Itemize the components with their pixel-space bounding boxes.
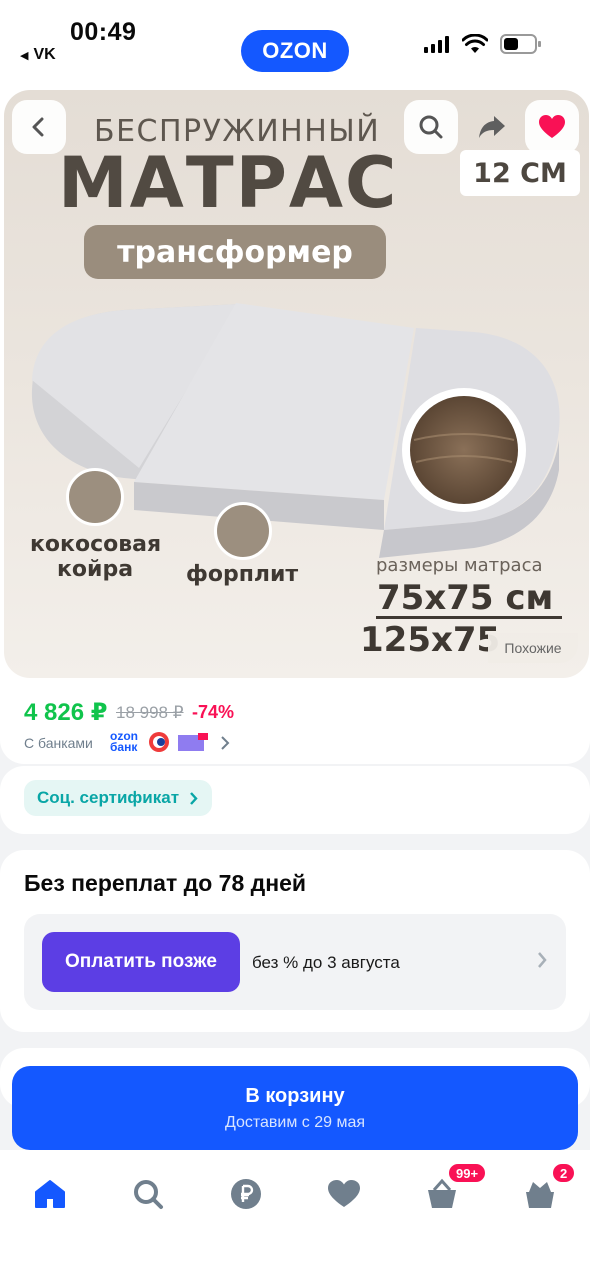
sbp-bank-icon [149, 732, 169, 752]
wifi-icon [462, 34, 488, 53]
headline-big: МАТРАС [58, 142, 399, 224]
product-photo[interactable]: БЕСПРУЖИННЫЙ МАТРАС трансформер 12 СМ ко… [4, 90, 589, 678]
pay-later-description: без % до 3 августа [252, 953, 400, 972]
sizes-heading: размеры матраса [376, 555, 543, 576]
heart-icon [328, 1180, 360, 1207]
current-price: 4 826 ₽ [24, 699, 108, 726]
favorite-button[interactable] [525, 100, 579, 154]
heart-icon [539, 115, 565, 138]
size-1-underline [376, 616, 562, 619]
status-bar: 00:49 ◀ VK OZON [0, 0, 590, 86]
feature-coconut-line-1: кокосовая [30, 532, 162, 557]
battery-icon [500, 34, 541, 54]
share-icon [479, 116, 505, 138]
certificate-section: Соц. сертификат [0, 766, 590, 834]
banks-label[interactable]: С банками [24, 735, 93, 751]
foam-feature-icon [214, 502, 272, 560]
chevron-left-icon [32, 117, 44, 137]
certificate-chip[interactable]: Соц. сертификат [24, 780, 213, 816]
feature-coconut-label: кокосовая койра [30, 532, 161, 582]
share-button[interactable] [465, 100, 519, 154]
tab-search[interactable] [128, 1174, 168, 1214]
back-button[interactable] [12, 100, 66, 154]
discount-badge: -74% [192, 702, 235, 722]
pay-later-title: Без переплат до 78 дней [24, 870, 307, 896]
ruble-icon [231, 1179, 261, 1209]
coconut-feature-icon [66, 468, 124, 526]
home-icon [35, 1180, 65, 1208]
pay-later-button[interactable]: Оплатить позже [42, 932, 240, 992]
size-1: 75х75 см [377, 578, 554, 618]
back-to-app-link[interactable]: ◀ VK [20, 46, 56, 64]
back-triangle-icon: ◀ [20, 50, 29, 62]
chevron-right-icon[interactable] [220, 736, 230, 750]
profile-icon [526, 1182, 554, 1208]
cart-badge: 99+ [447, 1162, 488, 1184]
size-2: 125х75 [360, 620, 501, 660]
feature-coconut-line-2: койра [57, 557, 134, 582]
pay-later-card[interactable]: Оплатить позже без % до 3 августа [24, 914, 566, 1010]
profile-badge: 2 [551, 1162, 577, 1184]
thickness-tag: 12 СМ [460, 150, 580, 196]
status-time: 00:49 [70, 18, 137, 46]
search-button[interactable] [404, 100, 458, 154]
tab-bar: 99+ 2 [0, 1150, 590, 1280]
add-to-cart-label: В корзину [245, 1084, 345, 1107]
back-app-label: VK [33, 46, 56, 63]
ozon-bank-line-2: банк [110, 740, 138, 754]
cellular-signal-icon [424, 36, 449, 53]
feature-foam-label: форплит [186, 562, 299, 587]
headline-pill: трансформер [84, 225, 386, 279]
tab-finance[interactable] [226, 1174, 266, 1214]
old-price: 18 998 ₽ [116, 703, 184, 722]
tab-favorites[interactable] [324, 1174, 364, 1214]
ozon-logo[interactable]: OZON [241, 30, 349, 72]
chevron-right-icon [538, 952, 547, 968]
tab-home[interactable] [30, 1174, 70, 1214]
certificate-label: Соц. сертификат [37, 788, 180, 807]
search-icon [419, 115, 443, 139]
delivery-date: Доставим с 29 мая [224, 1113, 366, 1131]
ozon-bank-logo: ozon банк [110, 730, 138, 754]
price-section: 4 826 ₽ 18 998 ₽ -74% С банками ozon бан… [0, 678, 590, 764]
pay-later-section: Без переплат до 78 дней Оплатить позже б… [0, 850, 590, 1032]
search-icon [134, 1180, 163, 1209]
add-to-cart-button[interactable]: В корзину Доставим с 29 мая [12, 1066, 578, 1150]
similar-button[interactable]: Похожие [488, 633, 578, 663]
chevron-right-icon [190, 791, 198, 805]
product-gallery[interactable]: БЕСПРУЖИННЫЙ МАТРАС трансформер 12 СМ ко… [0, 86, 590, 678]
card-bank-icon [178, 733, 208, 751]
